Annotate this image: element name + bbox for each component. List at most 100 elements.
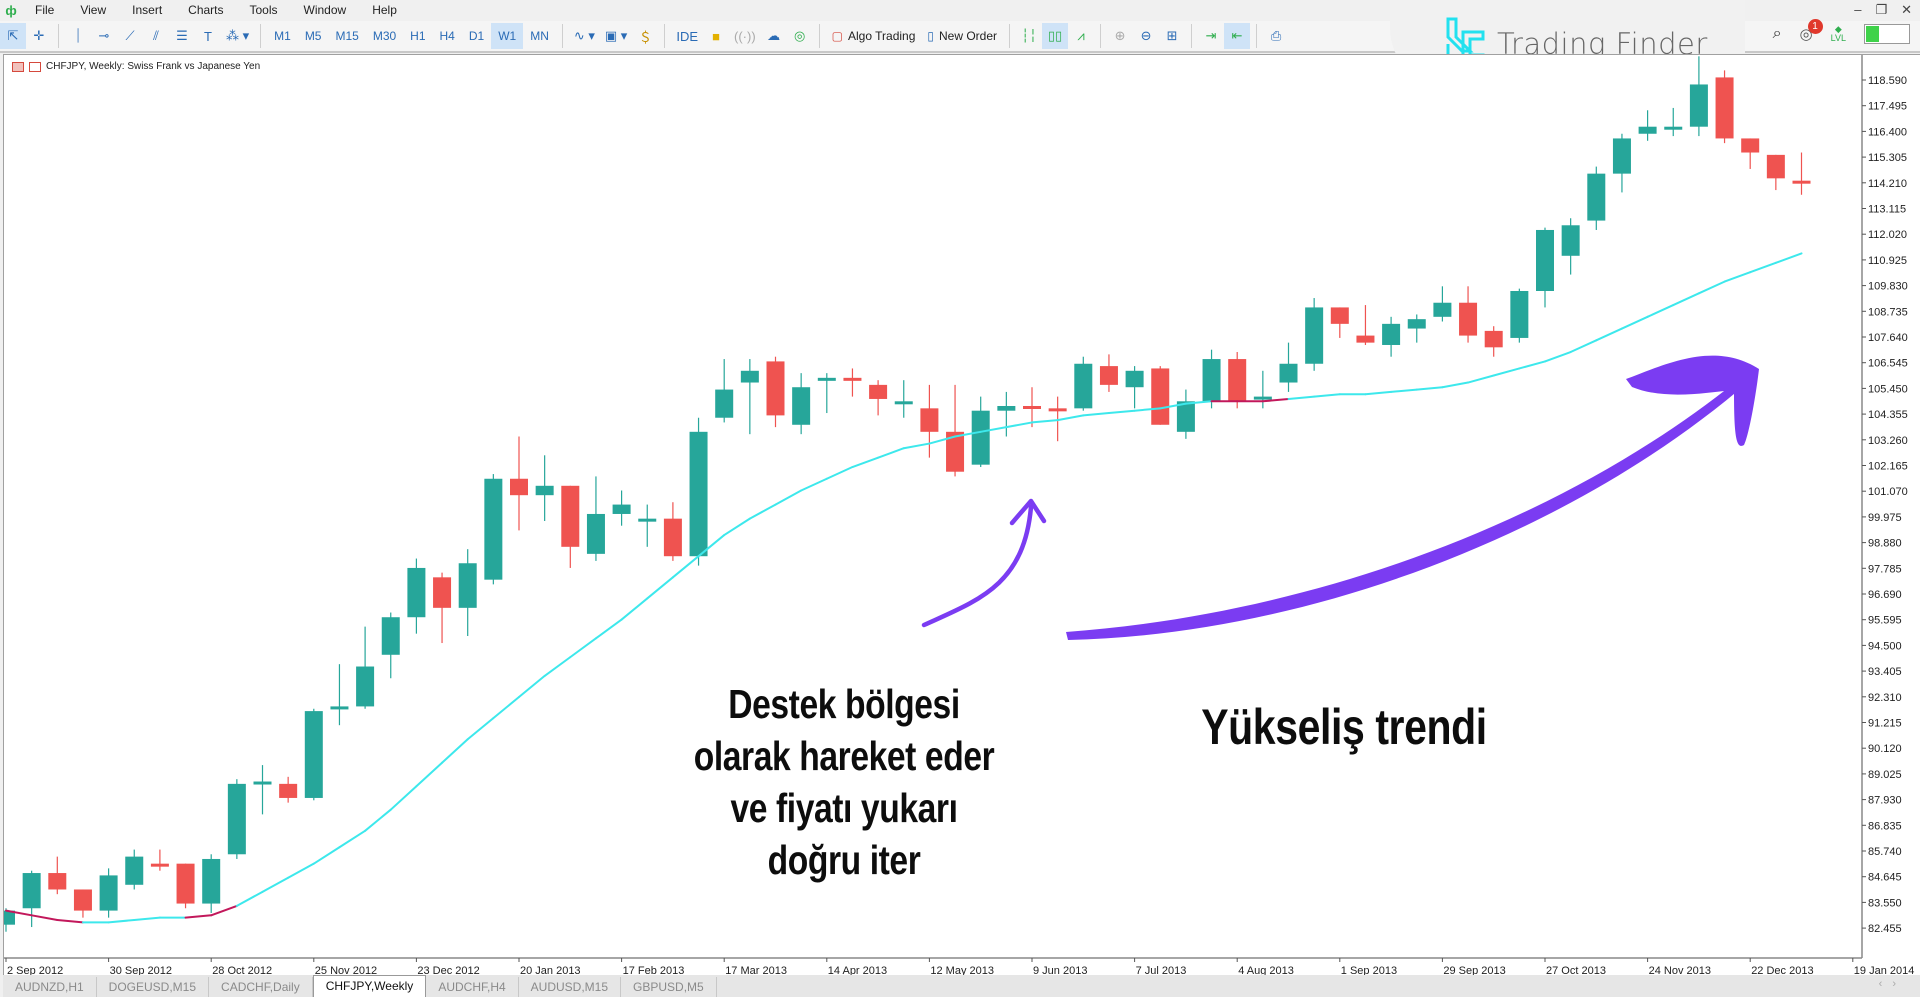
- algo-trading-label: Algo Trading: [848, 29, 916, 43]
- bar-chart-icon[interactable]: ┆╎: [1016, 23, 1042, 49]
- candle-body: [304, 711, 323, 798]
- text-icon[interactable]: T: [195, 23, 221, 49]
- candle-body: [715, 389, 734, 418]
- candlestick-icon[interactable]: ▯▯: [1042, 23, 1069, 49]
- menu-tools[interactable]: Tools: [237, 3, 291, 17]
- candle-body: [1689, 84, 1708, 127]
- price-tick-label: 82.455: [1868, 923, 1902, 935]
- new-order-button[interactable]: ▯ New Order: [921, 29, 1003, 43]
- support-annotation-line: Destek bölgesi: [728, 681, 960, 727]
- fibonacci-icon[interactable]: ☰: [169, 23, 195, 49]
- timeframe-d1[interactable]: D1: [462, 23, 491, 49]
- price-tick-label: 114.210: [1868, 178, 1907, 190]
- account-icon[interactable]: ◎ 1: [1800, 19, 1823, 43]
- bearish-candle: [150, 849, 169, 871]
- candle-body: [1664, 126, 1683, 130]
- bullish-candle: [1382, 316, 1401, 357]
- line-chart-icon[interactable]: ⩘: [1068, 23, 1094, 49]
- ma-segment: [389, 785, 418, 811]
- ma-segment: [1492, 367, 1521, 377]
- channel-icon[interactable]: ⫽: [143, 23, 169, 49]
- price-tick-label: 90.120: [1868, 743, 1902, 755]
- timeframe-h4[interactable]: H4: [433, 23, 462, 49]
- restore-icon[interactable]: ❐: [1875, 2, 1887, 18]
- signals-icon[interactable]: ((·)): [729, 23, 761, 49]
- menu-window[interactable]: Window: [291, 3, 360, 17]
- menu-help[interactable]: Help: [359, 3, 410, 17]
- candle-body: [586, 513, 605, 554]
- tab-audusd-m15[interactable]: AUDUSD,M15: [519, 977, 622, 997]
- ide-button[interactable]: IDE: [671, 23, 703, 49]
- price-tick-label: 97.785: [1868, 563, 1902, 575]
- candle-body: [279, 783, 298, 798]
- zoom-in-icon[interactable]: ⊕: [1107, 23, 1133, 49]
- ma-segment: [1646, 304, 1675, 318]
- tab-audnzd-h1[interactable]: AUDNZD,H1: [3, 977, 97, 997]
- indicators-icon[interactable]: ∿ ▾: [569, 23, 600, 49]
- tab-audchf-h4[interactable]: AUDCHF,H4: [426, 977, 519, 997]
- menu-charts[interactable]: Charts: [175, 3, 236, 17]
- bullish-candle: [1125, 366, 1144, 409]
- menu-view[interactable]: View: [67, 3, 119, 17]
- tab-gbpusd-m5[interactable]: GBPUSD,M5: [621, 977, 717, 997]
- candle-body: [894, 401, 913, 405]
- cursor-icon[interactable]: ⇱: [0, 23, 26, 49]
- bullish-candle: [997, 391, 1016, 437]
- menu-file[interactable]: File: [22, 3, 67, 17]
- tab-scroll-arrows[interactable]: ‹›: [1879, 978, 1906, 990]
- timeframe-h1[interactable]: H1: [403, 23, 432, 49]
- candle-body: [407, 567, 426, 618]
- autoscroll-icon[interactable]: ⇥: [1198, 23, 1224, 49]
- shapes-icon[interactable]: ⁂ ▾: [221, 23, 254, 49]
- vertical-line-icon[interactable]: ⏐: [65, 23, 91, 49]
- candle-body: [1228, 359, 1247, 402]
- candle-body: [1484, 330, 1503, 348]
- ma-segment: [312, 846, 341, 865]
- minimize-icon[interactable]: ‒: [1854, 2, 1861, 18]
- ma-segment: [1107, 409, 1136, 415]
- crosshair-icon[interactable]: ✛: [26, 23, 52, 49]
- price-tick-label: 101.070: [1868, 486, 1908, 498]
- bearish-candle: [843, 368, 862, 397]
- level-progress-fill: [1866, 26, 1880, 42]
- algo-trading-button[interactable]: ▢ Algo Trading: [826, 29, 922, 43]
- timeframe-w1[interactable]: W1: [491, 23, 524, 49]
- ma-segment: [851, 456, 880, 469]
- toolbar-divider: [260, 24, 262, 48]
- candle-body: [1407, 319, 1426, 329]
- timeframe-m1[interactable]: M1: [267, 23, 298, 49]
- timeframe-m15[interactable]: M15: [328, 23, 365, 49]
- ma-segment: [441, 738, 469, 764]
- candle-body: [510, 478, 528, 496]
- price-tick-label: 84.645: [1868, 872, 1902, 884]
- ma-segment: [671, 555, 700, 579]
- price-tick-label: 106.545: [1868, 358, 1908, 370]
- menu-insert[interactable]: Insert: [119, 3, 175, 17]
- bearish-candle: [176, 863, 195, 909]
- horizontal-line-icon[interactable]: ⊸: [91, 23, 117, 49]
- tab-cadchf-daily[interactable]: CADCHF,Daily: [209, 977, 313, 997]
- bullish-candle: [202, 854, 221, 913]
- zoom-out-icon[interactable]: ⊖: [1133, 23, 1159, 49]
- toolbar-divider: [1009, 24, 1011, 48]
- timeframe-m5[interactable]: M5: [298, 23, 329, 49]
- templates-icon[interactable]: ▣ ▾: [600, 23, 632, 49]
- tile-windows-icon[interactable]: ⊞: [1159, 23, 1185, 49]
- search-icon[interactable]: ⌕: [1773, 25, 1782, 43]
- candle-body: [202, 858, 221, 904]
- close-icon[interactable]: ✕: [1901, 2, 1912, 18]
- tab-dogeusd-m15[interactable]: DOGEUSD,M15: [97, 977, 210, 997]
- chart-shift-icon[interactable]: ⇤: [1224, 23, 1251, 49]
- dollar-icon[interactable]: ＄: [632, 23, 658, 49]
- screenshot-icon[interactable]: ⎙: [1263, 23, 1289, 49]
- timeframe-m30[interactable]: M30: [366, 23, 403, 49]
- vps-icon[interactable]: ☁: [761, 23, 787, 49]
- ma-segment: [1672, 292, 1700, 307]
- trading-icon[interactable]: ◎: [787, 23, 813, 49]
- candle-body: [1536, 229, 1554, 291]
- trendline-icon[interactable]: ⟋: [117, 23, 143, 49]
- chart-window[interactable]: CHFJPY, Weekly: Swiss Frank vs Japanese …: [3, 54, 1920, 978]
- timeframe-mn[interactable]: MN: [523, 23, 556, 49]
- tab-chfjpy-weekly[interactable]: CHFJPY,Weekly: [312, 975, 427, 997]
- market-icon[interactable]: ■: [703, 23, 729, 49]
